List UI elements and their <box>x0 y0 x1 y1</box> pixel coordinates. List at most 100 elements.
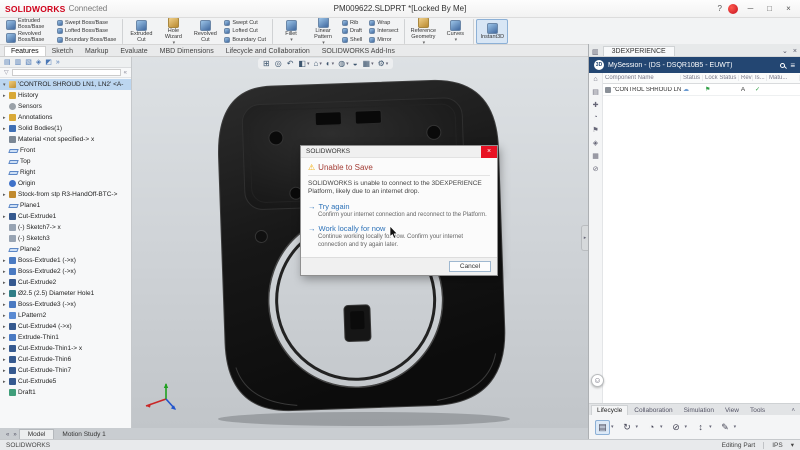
tree-item[interactable]: Front <box>0 145 131 156</box>
dock-tab[interactable]: Tools <box>745 406 770 415</box>
tree-view-icon[interactable]: ▤ <box>592 88 599 96</box>
ribbon-button[interactable]: Revolved Cut <box>189 19 221 44</box>
option-title[interactable]: Work locally for now <box>319 224 386 233</box>
menu-icon[interactable]: ≡ <box>790 61 795 70</box>
tree-root-item[interactable]: ▾ 'CONTROL SHROUD LN1, LN2' <A- <box>0 79 131 90</box>
tree-item[interactable]: Material <not specified-> x <box>0 134 131 145</box>
tree-item[interactable]: ▸ Cut-Extrude-Thin7 <box>0 365 131 376</box>
tree-item[interactable]: ▸ Boss-Extrude3 (->x) <box>0 299 131 310</box>
edit-icon[interactable]: ✎ ▾ <box>718 420 737 435</box>
ribbon-button[interactable]: Wrap <box>366 19 402 27</box>
tree-item[interactable]: ▸ Boss-Extrude1 (->x) <box>0 255 131 266</box>
tree-item[interactable]: (-) Sketch7-> x <box>0 222 131 233</box>
tree-item[interactable]: ▸ Cut-Extrude1 <box>0 211 131 222</box>
column-header[interactable]: Lock Status <box>703 75 739 81</box>
ribbon-tab[interactable]: Lifecycle and Collaboration <box>220 47 316 56</box>
maturity-icon[interactable]: ◔ ▾ <box>644 420 663 435</box>
tree-filter-input[interactable] <box>12 69 121 76</box>
lifecycle-actions-icon[interactable]: ▤ ▾ <box>595 420 614 435</box>
dialog-close-button[interactable]: × <box>481 146 497 158</box>
ribbon-button[interactable]: Rib <box>339 19 366 27</box>
search-icon[interactable] <box>780 63 785 68</box>
tree-item[interactable]: Right <box>0 167 131 178</box>
column-header[interactable]: Status <box>681 75 703 81</box>
view-settings-icon[interactable]: ⚙ ▾ <box>378 59 389 68</box>
ribbon-button[interactable]: Lofted Cut <box>221 27 270 35</box>
tree-item[interactable]: ▸ Stock-from stp R3-HandOff-BTC-> <box>0 189 131 200</box>
tab-scroll-left-icon[interactable]: « <box>6 432 9 438</box>
previous-view-icon[interactable]: ↶ <box>287 59 295 68</box>
ribbon-button[interactable] <box>122 19 123 44</box>
panel-close-icon[interactable]: × <box>793 48 797 55</box>
ribbon-button[interactable]: Lofted Boss/Base <box>54 27 120 35</box>
collapse-all-icon[interactable]: « <box>124 70 127 76</box>
tree-item[interactable]: Plane1 <box>0 200 131 211</box>
column-header[interactable]: Rev <box>739 75 753 81</box>
ribbon-button[interactable]: Swept Boss/Base <box>54 19 120 27</box>
minimize-button[interactable]: ─ <box>744 4 757 13</box>
bookmarks-icon[interactable]: ⚑ <box>592 126 598 134</box>
dimxpert-tab-icon[interactable]: ◈ <box>36 58 41 66</box>
hide-show-items-icon[interactable]: ◍ ▾ <box>338 59 349 68</box>
column-header[interactable]: Matu... <box>767 75 800 81</box>
zoom-to-area-icon[interactable]: ◎ <box>275 59 283 68</box>
collections-icon[interactable]: ◈ <box>593 139 598 147</box>
ribbon-tab[interactable]: Markup <box>79 47 114 56</box>
filter-icon[interactable]: ▽ <box>4 69 9 76</box>
tree-item[interactable]: ▸ Cut-Extrude-Thin6 <box>0 354 131 365</box>
cancel-button[interactable]: Cancel <box>449 261 491 272</box>
ribbon-button[interactable]: Boundary Boss/Base <box>54 36 120 44</box>
column-header[interactable]: Component Name <box>603 75 681 81</box>
ribbon-button[interactable]: Swept Cut <box>221 19 270 27</box>
tree-item[interactable]: ▸ Cut-Extrude-Thin1-> x <box>0 343 131 354</box>
tree-item[interactable]: Top <box>0 156 131 167</box>
propertymanager-tab-icon[interactable]: ▥ <box>15 58 22 66</box>
apply-scene-icon[interactable]: ▦ ▾ <box>363 59 374 68</box>
tree-item[interactable]: Draft1 <box>0 387 131 398</box>
configurationmanager-tab-icon[interactable]: ▧ <box>25 58 32 66</box>
column-header[interactable]: Is... <box>753 75 767 81</box>
dock-tab[interactable]: Simulation <box>679 406 719 415</box>
ribbon-tab[interactable]: SOLIDWORKS Add-Ins <box>316 47 401 56</box>
panel-collapse-icon[interactable]: ⌄ <box>782 47 788 55</box>
ribbon-button[interactable]: Revolved Boss/Base <box>3 32 54 45</box>
maximize-button[interactable]: □ <box>763 4 776 13</box>
tree-item[interactable]: ▸ LPattern2 <box>0 310 131 321</box>
ribbon-tab[interactable]: Features <box>4 46 46 56</box>
ribbon-button[interactable]: Intersect <box>366 27 402 35</box>
solidworks-logo[interactable]: SOLIDWORKS <box>5 4 66 14</box>
ribbon-button[interactable]: Reference Geometry ▾ <box>407 19 439 44</box>
ribbon-tab[interactable]: Sketch <box>46 47 79 56</box>
ribbon-button[interactable]: Boundary Cut <box>221 36 270 44</box>
dock-tab[interactable]: View <box>720 406 744 415</box>
tree-item[interactable]: ▸ Cut-Extrude5 <box>0 376 131 387</box>
ribbon-button[interactable] <box>272 19 273 44</box>
add-content-icon[interactable]: ✚ <box>593 101 599 109</box>
tree-item[interactable]: ▸ Ø2.5 (2.5) Diameter Hole1 <box>0 288 131 299</box>
option-title[interactable]: Try again <box>319 202 350 211</box>
zoom-to-fit-icon[interactable]: ⊞ <box>263 59 271 68</box>
dialog-option-work-locally[interactable]: → Work locally for now Continue working … <box>308 224 490 249</box>
edit-appearance-icon[interactable]: ◒ <box>353 59 359 68</box>
ribbon-button[interactable]: Linear Pattern ▾ <box>307 19 339 44</box>
apps-icon[interactable]: ▦ <box>592 152 599 160</box>
view-orientation-icon[interactable]: ⌂ ▾ <box>313 59 321 68</box>
tree-item[interactable]: Plane2 <box>0 244 131 255</box>
tree-item[interactable]: ▸ Annotations <box>0 112 131 123</box>
ribbon-button[interactable]: Fillet ▾ <box>275 19 307 44</box>
help-icon[interactable]: ? <box>718 4 722 13</box>
displaymanager-tab-icon[interactable]: ◩ <box>45 58 52 66</box>
study-tab[interactable]: Motion Study 1 <box>54 430 113 439</box>
tree-item[interactable]: ▸ Cut-Extrude2 <box>0 277 131 288</box>
ribbon-button[interactable]: Draft <box>339 27 366 35</box>
panel-dock-icon[interactable]: ▥ <box>592 48 599 56</box>
transfer-ownership-icon[interactable]: ↕ ▾ <box>693 420 712 435</box>
display-style-icon[interactable]: ◐ ▾ <box>326 59 334 68</box>
dialog-option-try-again[interactable]: → Try again Confirm your internet connec… <box>308 202 490 220</box>
tab-scroll-right-icon[interactable]: » <box>13 432 16 438</box>
history-icon[interactable]: ◔ <box>593 114 597 121</box>
units-caret-icon[interactable]: ▾ <box>791 441 794 449</box>
tree-item[interactable]: ▸ History <box>0 90 131 101</box>
study-tab[interactable]: Model <box>19 429 55 439</box>
tree-item[interactable]: Origin <box>0 178 131 189</box>
